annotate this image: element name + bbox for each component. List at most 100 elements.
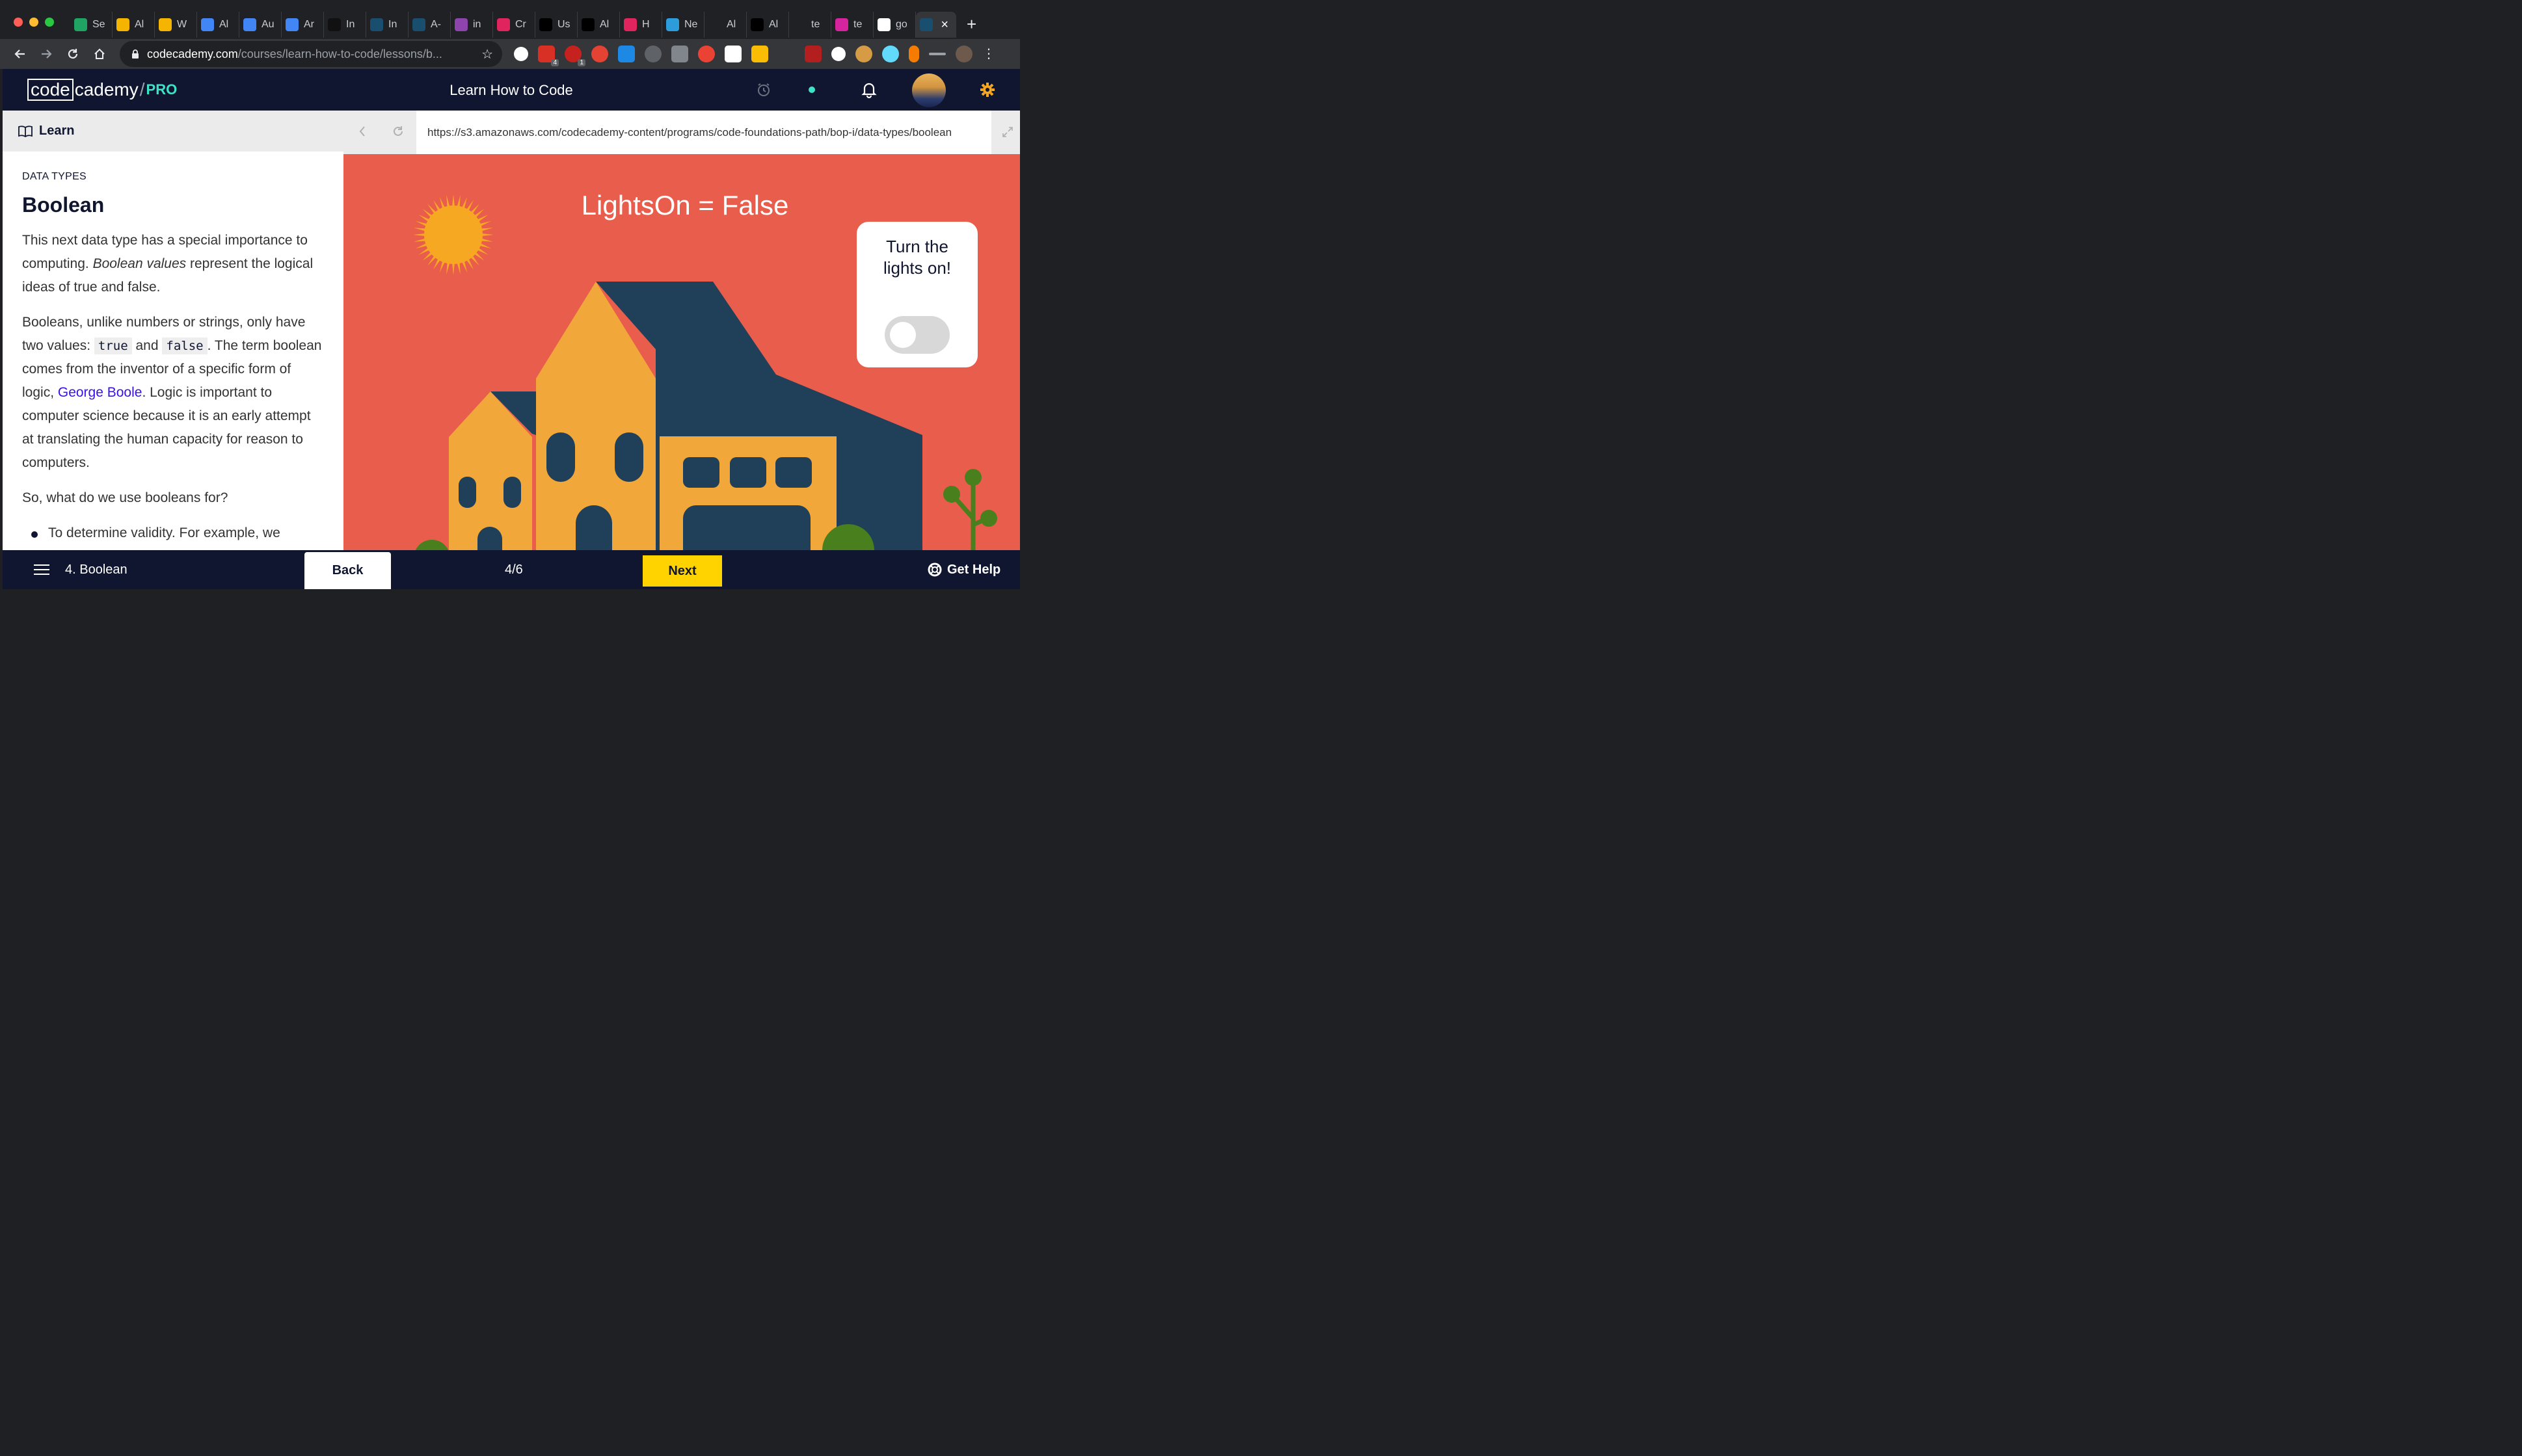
back-nav-button[interactable] [11, 45, 29, 63]
back-button[interactable]: Back [304, 552, 391, 589]
paragraph-values: Booleans, unlike numbers or strings, onl… [22, 315, 322, 470]
status-dot-icon [803, 81, 821, 99]
reload-icon [68, 49, 78, 59]
browser-tab[interactable]: Al [197, 12, 239, 38]
extension-window-icon[interactable] [618, 46, 635, 62]
google-docs-icon [286, 18, 299, 31]
profile-avatar-icon[interactable] [956, 46, 973, 62]
browser-tab[interactable]: in [451, 12, 493, 38]
lesson-title: Boolean [22, 193, 105, 217]
cookie-icon[interactable] [855, 46, 872, 62]
codecademy-icon [370, 18, 383, 31]
browser-tab[interactable]: go [874, 12, 916, 38]
expand-button[interactable] [1002, 126, 1013, 141]
new-tab-button[interactable]: + [967, 16, 976, 33]
browser-tab[interactable]: Al [704, 12, 747, 38]
toggle-card: Turn the lights on! [857, 222, 978, 367]
browser-tab[interactable]: Us [535, 12, 578, 38]
maximize-window-button[interactable] [45, 18, 54, 27]
lifebuoy-icon [928, 563, 942, 577]
browser-tab[interactable]: H [620, 12, 662, 38]
adblock-icon[interactable]: 1 [565, 46, 585, 66]
browser-tab-label: Us [557, 19, 570, 30]
onepassword-icon[interactable] [831, 47, 846, 61]
george-boole-link[interactable]: George Boole [58, 385, 142, 400]
notion-icon[interactable] [725, 46, 742, 62]
extension-ruby-icon[interactable] [805, 46, 822, 62]
extension-grid-icon[interactable] [671, 46, 688, 62]
address-bar[interactable]: codecademy.com/courses/learn-how-to-code… [120, 41, 502, 67]
preview-url-field[interactable]: https://s3.amazonaws.com/codecademy-cont… [416, 111, 991, 154]
browser-tab[interactable]: In [324, 12, 366, 38]
lights-demo-stage: LightsOn = False Turn the lights on! [343, 154, 1020, 550]
reading-list-icon[interactable] [929, 53, 946, 55]
browser-tab[interactable]: Cr [493, 12, 535, 38]
extension-circle-icon[interactable] [514, 47, 528, 61]
instagram-icon [835, 18, 848, 31]
browser-tab[interactable]: In [366, 12, 409, 38]
google-slides-icon [159, 18, 172, 31]
browser-tab[interactable]: Al [578, 12, 620, 38]
lesson-eyebrow: DATA TYPES [22, 171, 87, 182]
forward-nav-button[interactable] [37, 45, 55, 63]
toggle-knob[interactable] [890, 322, 916, 348]
code-true: true [94, 338, 132, 354]
home-button[interactable] [90, 45, 109, 63]
lesson-menu-button[interactable]: 4. Boolean [34, 550, 127, 589]
browser-tab[interactable]: W [155, 12, 197, 38]
alarm-clock-icon[interactable] [755, 81, 773, 99]
settings-gear-icon[interactable] [978, 81, 997, 99]
browser-tab-label: In [388, 19, 397, 30]
acrobat-icon [624, 18, 637, 31]
paragraph-question: So, what do we use booleans for? [22, 490, 228, 505]
reload-button[interactable] [64, 45, 82, 63]
lesson-footer: 4. Boolean Back 4/6 Next Get Help [3, 550, 1020, 589]
notifications-bell-icon[interactable] [860, 81, 878, 99]
arrow-right-icon [42, 49, 52, 59]
extension-dots-icon[interactable] [778, 46, 795, 62]
browser-tab[interactable]: Se [70, 12, 113, 38]
learn-tab[interactable]: Learn [3, 111, 343, 152]
bolt-icon [793, 18, 806, 31]
browser-tab[interactable]: Al [113, 12, 155, 38]
lightbulb-icon[interactable] [645, 46, 662, 62]
user-avatar[interactable] [912, 73, 946, 107]
browser-tab[interactable]: Ne [662, 12, 704, 38]
browser-tab-label: te [853, 19, 863, 30]
bookmark-star-icon[interactable]: ☆ [481, 46, 493, 62]
get-help-button[interactable]: Get Help [928, 550, 1000, 589]
code-false: false [162, 338, 208, 354]
close-tab-icon[interactable]: × [941, 18, 948, 33]
hamburger-menu-icon [34, 564, 49, 575]
active-browser-tab[interactable]: × [916, 12, 956, 38]
extension-calendar-icon[interactable]: 4 [538, 46, 559, 66]
extension-spiral-icon[interactable] [698, 46, 715, 62]
close-window-button[interactable] [14, 18, 23, 27]
paragraph-intro: This next data type has a special import… [22, 233, 314, 295]
minimize-window-button[interactable] [29, 18, 38, 27]
browser-tab[interactable]: A- [409, 12, 451, 38]
lights-toggle-switch[interactable] [885, 316, 950, 354]
browser-tab[interactable]: te [789, 12, 831, 38]
preview-refresh-button[interactable] [392, 125, 405, 141]
browser-tab[interactable]: Ar [282, 12, 324, 38]
browser-menu-icon[interactable]: ⋮ [982, 46, 995, 62]
browser-tab-label: te [811, 19, 820, 30]
extension-capsule-icon[interactable] [909, 46, 919, 62]
react-devtools-icon[interactable] [882, 46, 899, 62]
extension-stack-icon[interactable] [751, 46, 768, 62]
lesson-menu-label: 4. Boolean [65, 562, 127, 577]
get-help-label: Get Help [947, 562, 1001, 577]
browser-tab-label: Ne [684, 19, 698, 30]
next-button[interactable]: Next [643, 555, 722, 587]
browser-tab[interactable]: te [831, 12, 874, 38]
browser-tab[interactable]: Al [747, 12, 789, 38]
browser-tab[interactable]: Au [239, 12, 282, 38]
preview-toolbar: https://s3.amazonaws.com/codecademy-cont… [343, 111, 1020, 154]
preview-back-button[interactable] [358, 125, 367, 141]
browser-tab-label: In [346, 19, 355, 30]
browser-tab-label: Cr [515, 19, 526, 30]
browser-tab-strip: Se Al W Al Au Ar In In A-in Cr Us Al H Ne Al Al te te go × … [0, 0, 1020, 39]
todoist-icon[interactable] [591, 46, 608, 62]
codecademy-icon [412, 18, 425, 31]
